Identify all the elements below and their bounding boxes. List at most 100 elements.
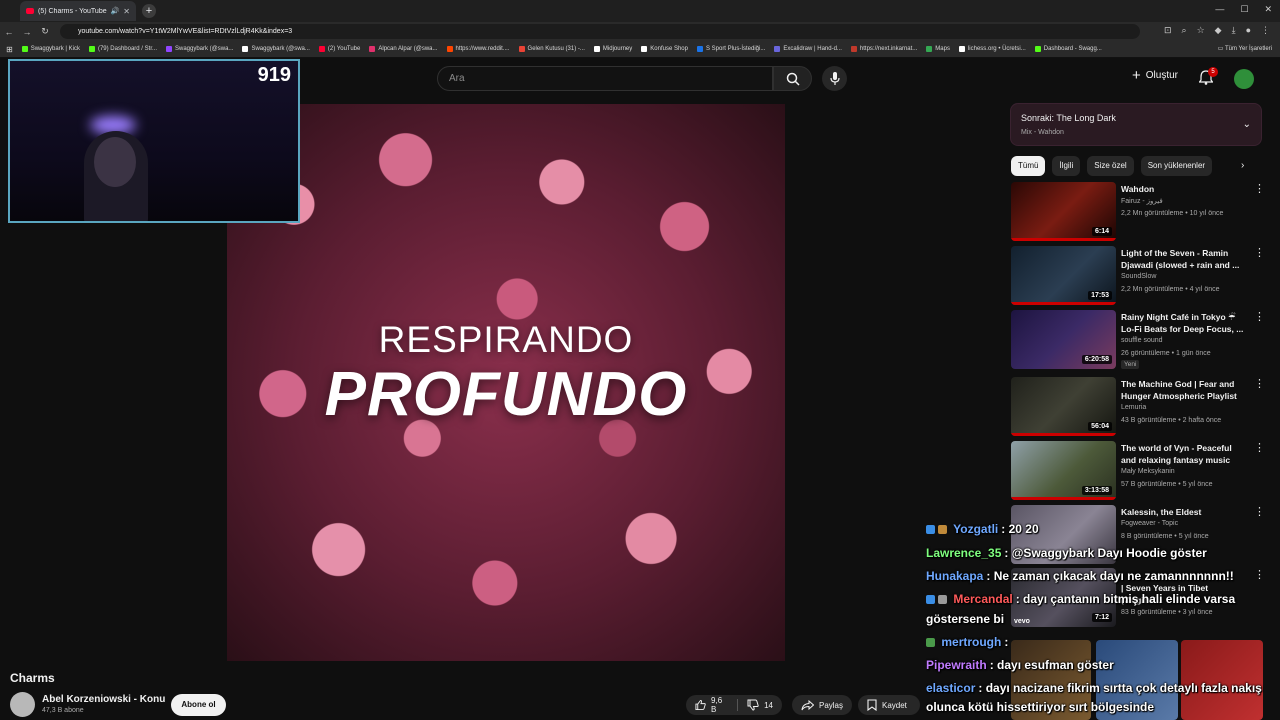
chip-recent[interactable]: Son yüklenenler	[1140, 156, 1213, 176]
recommendation-item[interactable]: 3:13:58 The world of Vyn - Peaceful and …	[1011, 441, 1266, 501]
all-bookmarks-folder[interactable]: ▭ Tüm Yer İşaretleri	[1218, 45, 1272, 52]
bookmark-star-icon[interactable]: ☆	[1197, 25, 1205, 36]
recommendation-item[interactable]: 56:04 The Machine God | Fear and Hunger …	[1011, 377, 1266, 437]
bookmark-item[interactable]: Swaggybark | Kick	[21, 46, 80, 52]
recommendation-item[interactable]: 6:14 Wahdon Fairuz - فيروز 2,2 Mn görünt…	[1011, 182, 1266, 242]
video-thumbnail[interactable]: 17:53	[1011, 246, 1116, 305]
video-thumbnail[interactable]: 3:13:58	[1011, 441, 1116, 500]
bookmark-favicon-icon	[88, 46, 95, 52]
bookmark-item[interactable]: Konfuse Shop	[641, 46, 688, 52]
dislike-count: 14	[764, 700, 773, 710]
more-options-icon[interactable]: ⋮	[1254, 312, 1265, 323]
bookmark-item[interactable]: Dashboard - Swagg...	[1034, 46, 1102, 52]
subscribe-button[interactable]: Abone ol	[171, 694, 226, 716]
chat-text: @Swaggybark Dayı Hoodie göster	[1011, 546, 1207, 560]
video-title: Charms	[10, 671, 55, 685]
bookmark-item[interactable]: Gelen Kutusu (31) -...	[518, 46, 585, 52]
bookmark-item[interactable]: https://www.reddit....	[446, 46, 510, 52]
zoom-icon[interactable]: ⌕	[1182, 25, 1187, 36]
close-tab-icon[interactable]: ✕	[123, 7, 130, 16]
chip-all[interactable]: Tümü	[1011, 156, 1046, 176]
recommendation-channel[interactable]: Fairuz - فيروز	[1121, 197, 1163, 205]
recommendation-meta: 2,2 Mn görüntüleme • 10 yıl önce	[1121, 210, 1224, 217]
bookmark-item[interactable]: Excalidraw | Hand-d...	[774, 46, 842, 52]
badge-icon	[926, 595, 935, 605]
bookmark-item[interactable]: https://next.inkarnat...	[850, 46, 917, 52]
recommendation-channel[interactable]: SoundSlow	[1121, 273, 1156, 280]
bookmark-favicon-icon	[21, 46, 28, 52]
recommendation-meta: 43 B görüntüleme • 2 hafta önce	[1121, 417, 1222, 424]
search-button[interactable]	[773, 66, 812, 91]
search-input[interactable]: Ara	[437, 66, 773, 91]
new-tab-button[interactable]: +	[142, 4, 156, 18]
save-button[interactable]: Kaydet	[858, 695, 920, 715]
recommendation-item[interactable]: 17:53 Light of the Seven - Ramin Djawadi…	[1011, 246, 1266, 306]
more-options-icon[interactable]: ⋮	[1254, 379, 1265, 390]
video-thumbnail[interactable]: 6:20:58	[1011, 310, 1116, 369]
extension-icon[interactable]: ◆	[1215, 25, 1222, 36]
bookmark-item[interactable]: Swaggybark (@swa...	[242, 46, 310, 52]
bookmark-item[interactable]: Alpcan Alpar (@swa...	[369, 46, 438, 52]
chevron-right-icon[interactable]: ›	[1241, 160, 1244, 171]
recommendation-title[interactable]: The world of Vyn - Peaceful and relaxing…	[1121, 442, 1246, 466]
minimize-icon[interactable]: —	[1215, 4, 1224, 15]
recommendation-channel[interactable]: souffle sound	[1121, 337, 1163, 344]
address-bar[interactable]: youtube.com/watch?v=Y1tW2MlYwVE&list=RDt…	[60, 24, 1140, 39]
recommendation-title[interactable]: Kalessin, the Eldest	[1121, 506, 1246, 518]
up-next-panel[interactable]: Sonraki: The Long Dark Mix - Wahdon ⌄	[1010, 103, 1262, 146]
recommendation-title[interactable]: The Machine God | Fear and Hunger Atmosp…	[1121, 378, 1246, 402]
voice-search-button[interactable]	[822, 66, 847, 91]
recommendation-item[interactable]: 6:20:58 Rainy Night Café in Tokyo ☔ Lo-F…	[1011, 310, 1266, 370]
video-thumbnail[interactable]: 56:04	[1011, 377, 1116, 436]
dislike-button[interactable]: 14	[747, 699, 773, 711]
bookmark-item[interactable]: Maps	[926, 46, 950, 52]
chat-message: mertrough:	[926, 635, 1280, 649]
bookmark-item[interactable]: Midjourney	[593, 46, 632, 52]
browser-tabstrip: (5) Charms - YouTube 🔊 ✕ + — ☐ ✕	[0, 0, 1280, 22]
badge-icon	[938, 525, 947, 535]
bookmark-item[interactable]: S Sport Plus-İstediği...	[696, 46, 765, 52]
bookmark-item[interactable]: (79) Dashboard / Str...	[88, 46, 157, 52]
audio-icon[interactable]: 🔊	[111, 7, 120, 15]
close-window-icon[interactable]: ✕	[1264, 4, 1272, 15]
share-button[interactable]: Paylaş	[792, 695, 852, 715]
video-player[interactable]: RESPIRANDO PROFUNDO	[227, 104, 785, 661]
chip-for-you[interactable]: Size özel	[1087, 156, 1134, 176]
forward-icon[interactable]: →	[18, 27, 36, 37]
recommendation-channel[interactable]: Mały Meksykanin	[1121, 468, 1175, 475]
reload-icon[interactable]: ↻	[36, 26, 54, 37]
recommendation-channel[interactable]: Lemuria	[1121, 404, 1146, 411]
more-options-icon[interactable]: ⋮	[1254, 507, 1265, 518]
badge-icon	[926, 525, 935, 535]
like-button[interactable]: 9,6 B	[695, 696, 728, 714]
chip-related[interactable]: İlgili	[1052, 156, 1081, 176]
profile-icon[interactable]: ●	[1246, 25, 1251, 36]
bookmark-item[interactable]: lichess.org • Ücretsi...	[958, 46, 1026, 52]
notifications-button[interactable]: 5	[1198, 67, 1218, 90]
bookmark-item[interactable]: Swaggybark (@swa...	[165, 46, 233, 52]
apps-icon[interactable]: ⊞	[6, 45, 13, 54]
video-thumbnail[interactable]: 6:14	[1011, 182, 1116, 241]
window-controls: — ☐ ✕	[1215, 4, 1272, 15]
channel-avatar[interactable]	[10, 692, 35, 717]
more-options-icon[interactable]: ⋮	[1254, 443, 1265, 454]
recommendation-title[interactable]: Rainy Night Café in Tokyo ☔ Lo-Fi Beats …	[1121, 311, 1246, 335]
browser-tab-youtube[interactable]: (5) Charms - YouTube 🔊 ✕	[20, 1, 136, 21]
watch-progress-bar	[1011, 238, 1116, 241]
create-button[interactable]: + Oluştur	[1132, 68, 1178, 83]
channel-name[interactable]: Abel Korzeniowski - Konu	[42, 694, 165, 705]
recommendation-meta: 26 görüntüleme • 1 gün önce	[1121, 350, 1211, 357]
bookmark-item[interactable]: (2) YouTube	[318, 46, 360, 52]
maximize-icon[interactable]: ☐	[1240, 4, 1248, 15]
back-icon[interactable]: ←	[0, 27, 18, 37]
recommendation-title[interactable]: Wahdon	[1121, 183, 1246, 195]
download-icon[interactable]: ⤓	[1232, 25, 1236, 36]
recommendation-title[interactable]: Light of the Seven - Ramin Djawadi (slow…	[1121, 247, 1246, 271]
more-options-icon[interactable]: ⋮	[1254, 184, 1265, 195]
user-avatar[interactable]	[1234, 69, 1254, 89]
install-icon[interactable]: ⊡	[1164, 25, 1172, 36]
more-options-icon[interactable]: ⋮	[1254, 248, 1265, 259]
chevron-down-icon[interactable]: ⌄	[1243, 119, 1251, 130]
menu-icon[interactable]: ⋮	[1261, 25, 1270, 36]
duration-badge: 3:13:58	[1081, 486, 1112, 495]
